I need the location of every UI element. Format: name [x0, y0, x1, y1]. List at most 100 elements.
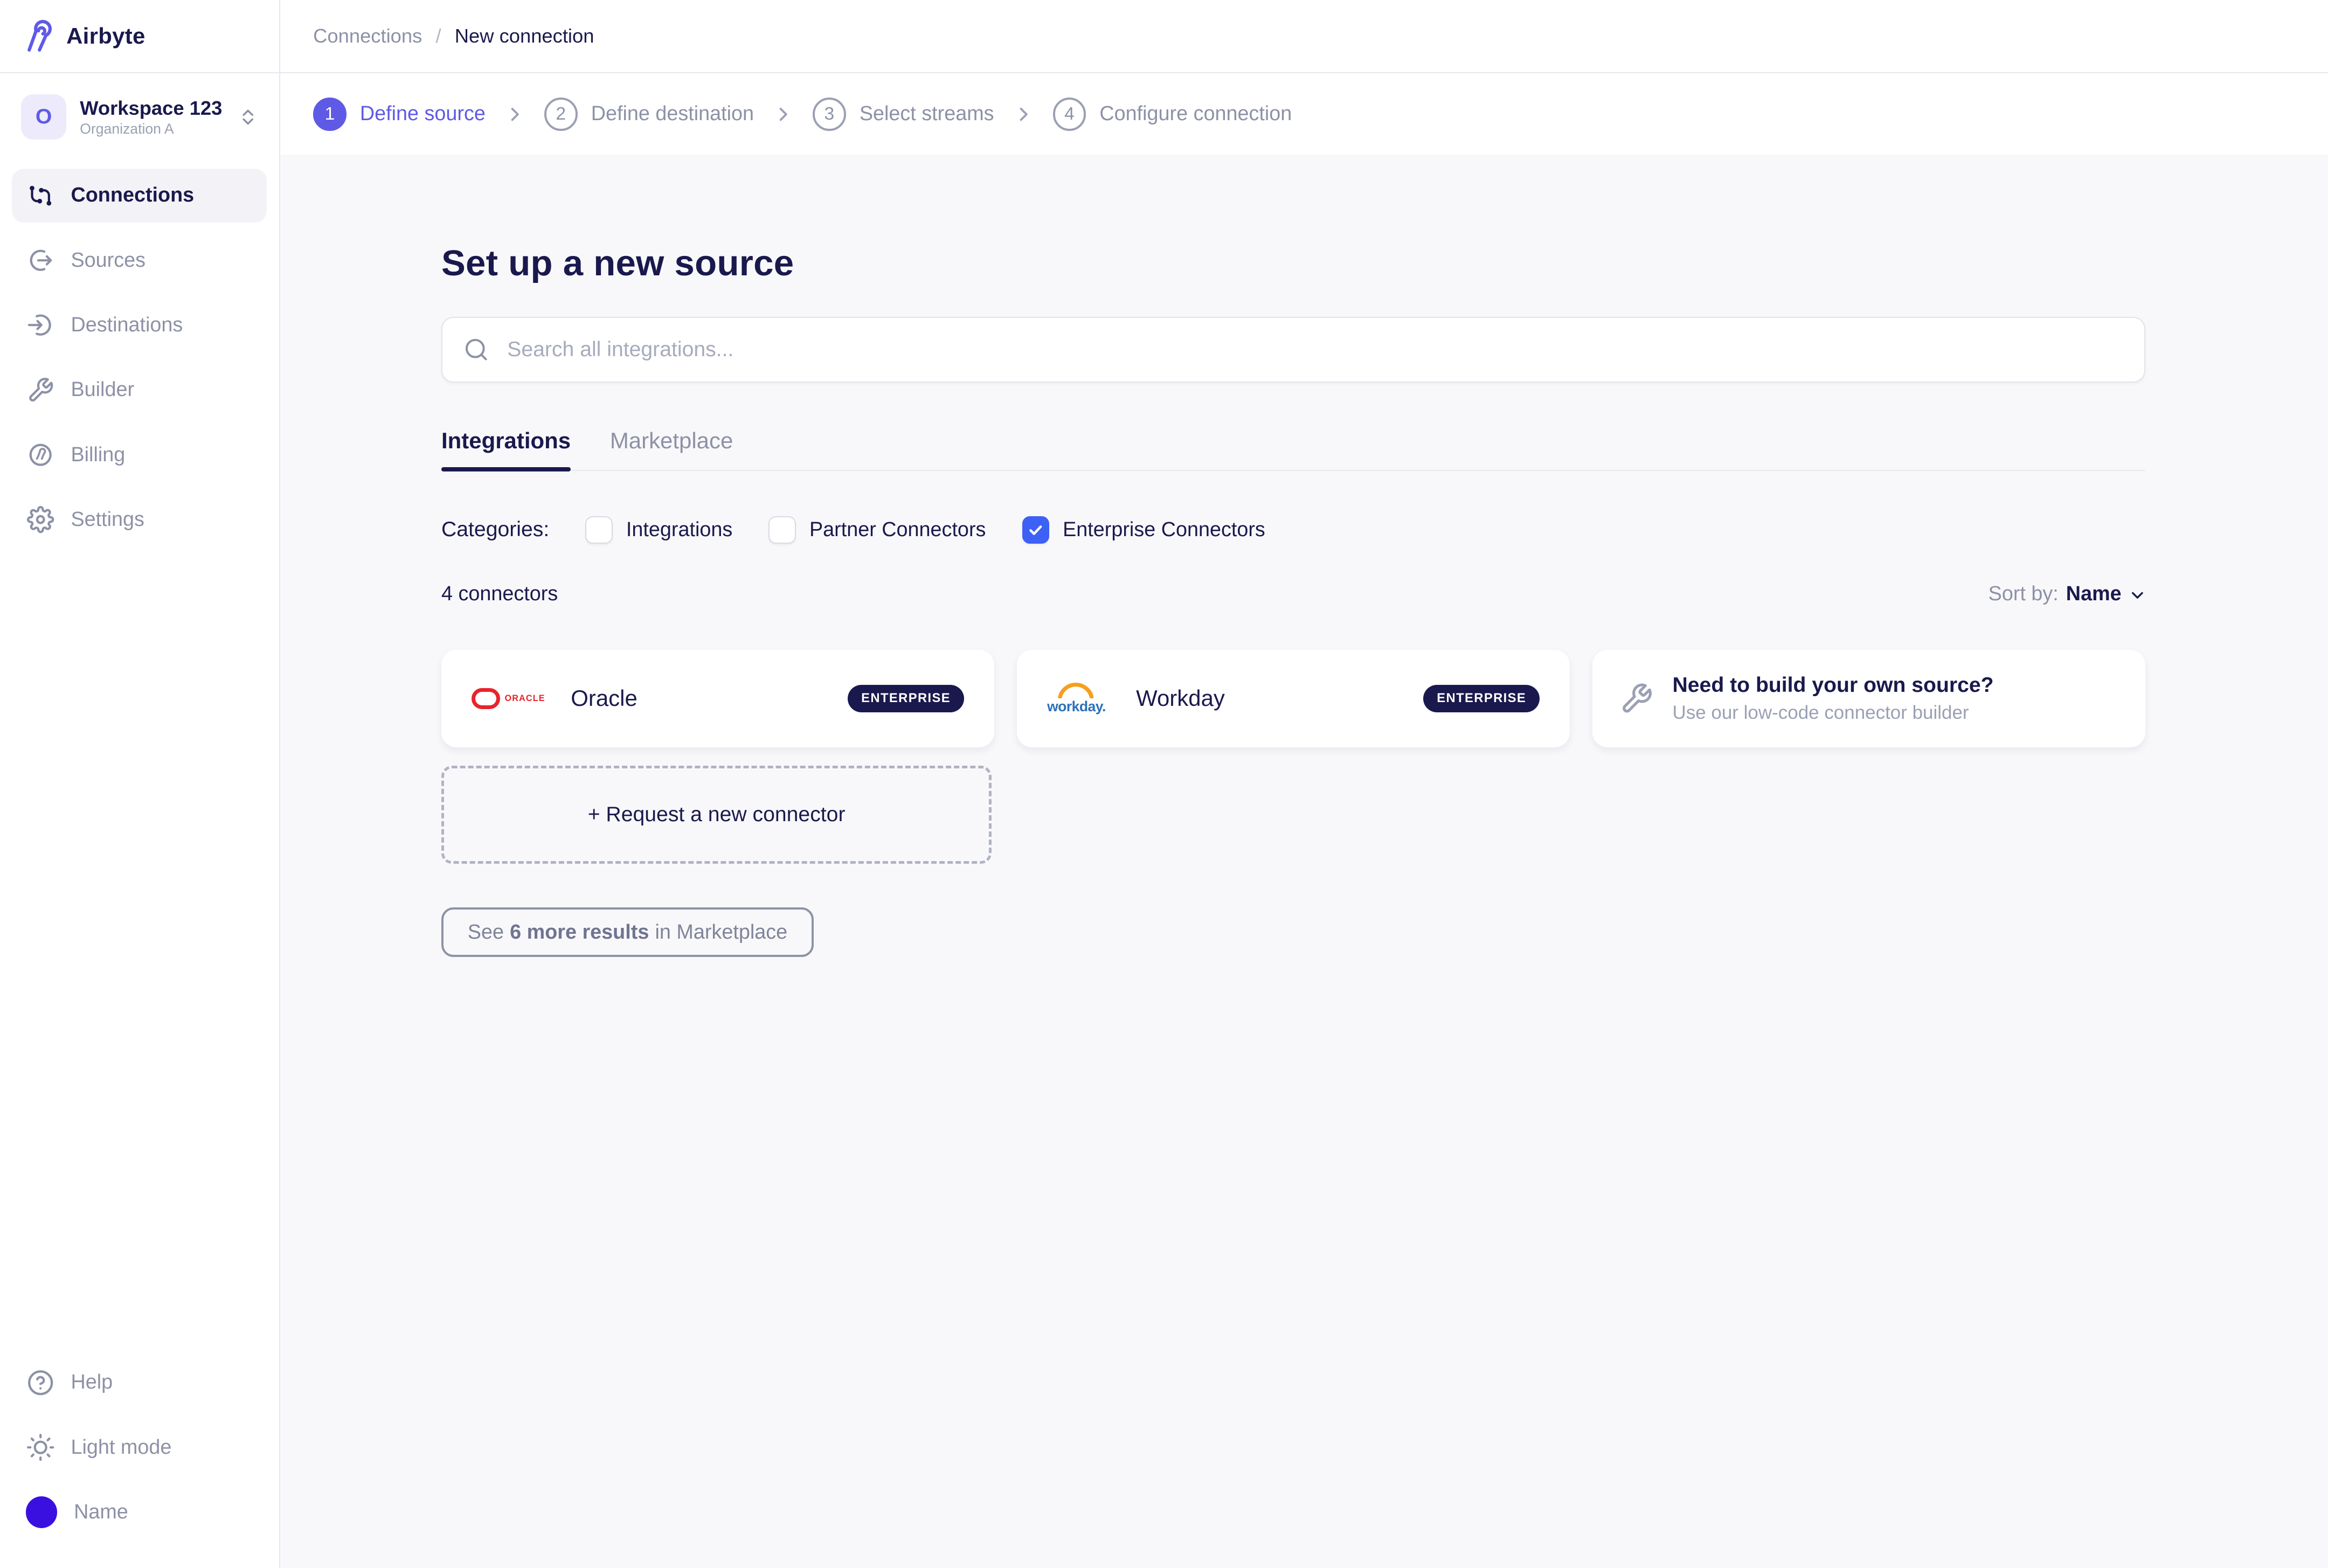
sidebar-item-destinations[interactable]: Destinations — [12, 298, 267, 352]
checkbox-icon — [768, 516, 796, 544]
page-title: Set up a new source — [441, 242, 794, 283]
sidebar-item-label: Builder — [71, 378, 135, 401]
sort-label: Sort by: — [1988, 582, 2059, 606]
step-define-destination[interactable]: 2 Define destination — [544, 98, 754, 131]
sidebar-item-label: Sources — [71, 248, 146, 272]
sidebar-item-label: Billing — [71, 443, 126, 466]
categories-label: Categories: — [441, 518, 550, 542]
help-button[interactable]: Help — [12, 1355, 267, 1410]
content-area: Set up a new source Integrations Marketp… — [280, 155, 2328, 1568]
brand-name: Airbyte — [66, 23, 146, 49]
step-label: Define destination — [591, 102, 754, 126]
workday-logo: workday. — [1047, 681, 1111, 717]
source-out-icon — [27, 247, 54, 274]
step-label: Define source — [359, 102, 486, 126]
search-icon — [463, 337, 489, 363]
category-label: Integrations — [626, 518, 733, 541]
connector-name: Workday — [1136, 685, 1225, 711]
connector-name: Oracle — [571, 685, 638, 711]
sidebar-item-billing[interactable]: Billing — [12, 428, 267, 482]
chevron-down-icon — [2129, 587, 2146, 603]
tab-integrations[interactable]: Integrations — [441, 428, 571, 472]
chevron-right-icon — [1014, 105, 1033, 124]
category-filters: Categories: Integrations Partner Connect… — [441, 516, 2145, 544]
sidebar-footer: Help Light mode Name — [0, 1355, 279, 1567]
chevron-up-down-icon — [238, 105, 258, 129]
sidebar-item-sources[interactable]: Sources — [12, 233, 267, 288]
chevron-right-icon — [505, 105, 524, 124]
results-meta-row: 4 connectors Sort by: Name — [441, 582, 2145, 606]
chevron-right-icon — [773, 105, 793, 124]
step-number: 3 — [813, 98, 846, 131]
search-bar — [441, 317, 2146, 383]
sort-value: Name — [2066, 582, 2122, 606]
gear-icon — [27, 506, 54, 533]
see-more-results-button[interactable]: See 6 more results in Marketplace — [441, 907, 814, 958]
breadcrumb-separator: / — [435, 25, 441, 47]
airbyte-app: Airbyte O Workspace 123 Organization A C… — [0, 0, 2328, 1568]
category-checkbox-integrations[interactable]: Integrations — [585, 516, 733, 544]
step-select-streams[interactable]: 3 Select streams — [813, 98, 994, 131]
theme-label: Light mode — [71, 1435, 172, 1459]
sidebar-item-label: Settings — [71, 508, 144, 531]
workspace-org: Organization A — [80, 121, 174, 137]
user-name: Name — [74, 1500, 128, 1523]
step-number: 1 — [313, 98, 347, 131]
wrench-icon — [27, 377, 54, 404]
builder-card-subtitle: Use our low-code connector builder — [1672, 702, 1969, 723]
step-define-source[interactable]: 1 Define source — [313, 98, 486, 131]
sidebar-item-label: Connections — [71, 184, 195, 207]
sidebar-item-settings[interactable]: Settings — [12, 492, 267, 547]
help-icon — [27, 1369, 54, 1396]
build-your-own-source-card[interactable]: Need to build your own source? Use our l… — [1592, 649, 2146, 748]
theme-toggle[interactable]: Light mode — [12, 1420, 267, 1475]
billing-icon — [27, 441, 54, 468]
sidebar: Airbyte O Workspace 123 Organization A C… — [0, 0, 280, 1568]
search-input[interactable] — [504, 336, 2124, 363]
help-label: Help — [71, 1371, 113, 1394]
step-number: 2 — [544, 98, 578, 131]
wrench-icon — [1620, 682, 1653, 716]
destination-in-icon — [27, 311, 54, 338]
sun-icon — [27, 1433, 54, 1461]
checkbox-icon — [585, 516, 613, 544]
sidebar-item-connections[interactable]: Connections — [12, 168, 267, 223]
category-checkbox-enterprise-connectors[interactable]: Enterprise Connectors — [1022, 516, 1265, 544]
airbyte-logo-icon — [19, 18, 56, 54]
workspace-switcher[interactable]: O Workspace 123 Organization A — [11, 87, 268, 147]
workspace-name: Workspace 123 — [80, 96, 223, 119]
category-label: Partner Connectors — [809, 518, 986, 541]
tab-marketplace[interactable]: Marketplace — [610, 428, 733, 470]
step-label: Select streams — [859, 102, 994, 126]
sort-dropdown[interactable]: Sort by: Name — [1988, 582, 2146, 606]
step-label: Configure connection — [1099, 102, 1292, 126]
checkbox-checked-icon — [1022, 516, 1049, 544]
step-configure-connection[interactable]: 4 Configure connection — [1052, 98, 1292, 131]
category-checkbox-partner-connectors[interactable]: Partner Connectors — [768, 516, 986, 544]
connections-icon — [27, 182, 54, 209]
category-label: Enterprise Connectors — [1063, 518, 1265, 541]
connector-grid: ORACLE Oracle ENTERPRISE workday. Workda… — [441, 649, 2146, 748]
brand-logo[interactable]: Airbyte — [0, 0, 279, 74]
builder-card-title: Need to build your own source? — [1672, 674, 1994, 697]
enterprise-badge: ENTERPRISE — [1423, 685, 1540, 712]
main-column: Connections / New connection 1 Define so… — [280, 0, 2328, 1568]
sidebar-nav: Connections Sources Destinations Builder… — [0, 168, 279, 558]
enterprise-badge: ENTERPRISE — [848, 685, 965, 712]
user-avatar — [25, 1496, 58, 1528]
oracle-logo: ORACLE — [471, 688, 545, 710]
connector-card-oracle[interactable]: ORACLE Oracle ENTERPRISE — [441, 649, 995, 748]
tabs: Integrations Marketplace — [441, 428, 2146, 472]
user-menu[interactable]: Name — [12, 1485, 267, 1539]
step-number: 4 — [1052, 98, 1086, 131]
connector-count: 4 connectors — [441, 582, 558, 606]
connector-card-workday[interactable]: workday. Workday ENTERPRISE — [1017, 649, 1570, 748]
oracle-o-mark — [471, 688, 501, 710]
request-new-connector-button[interactable]: + Request a new connector — [441, 765, 992, 864]
breadcrumb-current: New connection — [454, 25, 594, 47]
stepper: 1 Define source 2 Define destination 3 S… — [280, 73, 2328, 155]
sidebar-item-builder[interactable]: Builder — [12, 363, 267, 417]
workspace-avatar: O — [21, 94, 67, 140]
breadcrumb-connections-link[interactable]: Connections — [313, 25, 422, 47]
sidebar-item-label: Destinations — [71, 313, 183, 336]
